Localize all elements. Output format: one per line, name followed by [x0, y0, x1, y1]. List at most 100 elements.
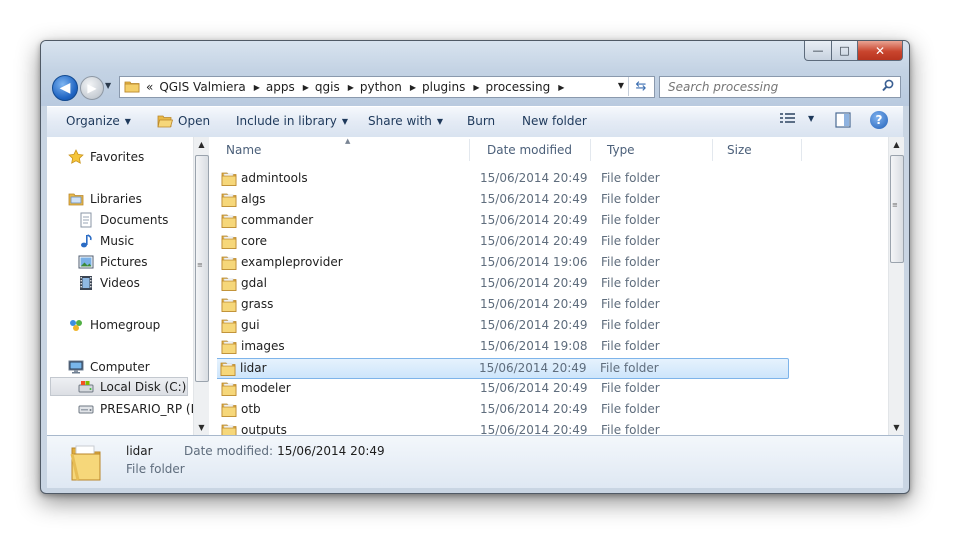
share-with-button[interactable]: Share with ▼ — [368, 114, 443, 128]
file-row[interactable]: exampleprovider 15/06/2014 19:06 File fold… — [217, 253, 791, 272]
chevron-right-icon[interactable]: ▶ — [473, 83, 479, 92]
column-header-date-modified[interactable]: Date modified — [487, 137, 572, 163]
chevron-right-icon[interactable]: ▶ — [348, 83, 354, 92]
close-button[interactable]: ✕ — [858, 41, 903, 61]
search-box[interactable] — [659, 76, 901, 98]
nav-documents[interactable]: Documents — [78, 212, 168, 228]
hard-drive-icon — [78, 379, 94, 395]
file-date-modified: 15/06/2014 20:49 — [479, 361, 587, 375]
file-date-modified: 15/06/2014 20:49 — [480, 297, 588, 311]
file-row[interactable]: admintools 15/06/2014 20:49 File folder — [217, 169, 791, 188]
burn-button[interactable]: Burn — [467, 114, 495, 128]
file-row[interactable]: outputs 15/06/2014 20:49 File folder — [217, 421, 791, 435]
chevron-down-icon[interactable]: ▼ — [808, 114, 814, 123]
scroll-up-arrow[interactable]: ▲ — [889, 137, 904, 152]
star-icon — [68, 149, 84, 165]
back-button[interactable]: ◀ — [52, 75, 78, 101]
nav-pictures[interactable]: Pictures — [78, 254, 148, 270]
file-type: File folder — [601, 381, 660, 395]
arrow-right-icon: ▶ — [87, 81, 97, 95]
chevron-right-icon[interactable]: ▶ — [558, 83, 564, 92]
nav-homegroup[interactable]: Homegroup — [68, 317, 160, 333]
column-header-size[interactable]: Size — [727, 137, 752, 163]
refresh-icon: ⇆ — [635, 79, 647, 94]
column-divider[interactable] — [590, 139, 591, 161]
nav-computer[interactable]: Computer — [68, 359, 150, 375]
file-row[interactable]: gui 15/06/2014 20:49 File folder — [217, 316, 791, 335]
preview-pane-button[interactable] — [835, 112, 851, 128]
change-view-button[interactable]: ▼ — [780, 112, 814, 124]
nav-local-disk[interactable]: Local Disk (C:) — [50, 377, 188, 396]
file-row[interactable]: grass 15/06/2014 20:49 File folder — [217, 295, 791, 314]
file-date-modified: 15/06/2014 20:49 — [480, 171, 588, 185]
file-date-modified: 15/06/2014 20:49 — [480, 402, 588, 416]
minimize-button[interactable]: — — [804, 41, 832, 61]
navigation-pane: Favorites Libraries Documents Music Pict… — [47, 137, 194, 435]
file-name: gdal — [241, 276, 267, 290]
nav-videos[interactable]: Videos — [78, 275, 140, 291]
file-name: lidar — [240, 361, 267, 375]
file-type: File folder — [601, 318, 660, 332]
file-row[interactable]: lidar 15/06/2014 20:49 File folder — [217, 358, 789, 379]
file-row[interactable]: core 15/06/2014 20:49 File folder — [217, 232, 791, 251]
file-row[interactable]: images 15/06/2014 19:08 File folder — [217, 337, 791, 356]
organize-button[interactable]: Organize ▼ — [66, 114, 131, 128]
breadcrumb-item[interactable]: apps ▶ — [266, 80, 309, 94]
file-row[interactable]: otb 15/06/2014 20:49 File folder — [217, 400, 791, 419]
file-type: File folder — [601, 234, 660, 248]
recent-pages-dropdown[interactable]: ▼ — [105, 81, 111, 90]
breadcrumb-item[interactable]: qgis ▶ — [315, 80, 354, 94]
navigation-scrollbar[interactable]: ▲ ≡ ▼ — [193, 137, 209, 435]
search-input[interactable] — [666, 79, 875, 95]
new-folder-button[interactable]: New folder — [522, 114, 587, 128]
help-button[interactable]: ? — [870, 111, 888, 129]
column-divider[interactable] — [801, 139, 802, 161]
nav-music[interactable]: Music — [78, 233, 134, 249]
include-in-library-button[interactable]: Include in library ▼ — [236, 114, 348, 128]
file-list-scrollbar[interactable]: ▲ ≡ ▼ — [888, 137, 904, 435]
file-date-modified: 15/06/2014 19:06 — [480, 255, 588, 269]
scroll-up-arrow[interactable]: ▲ — [194, 137, 209, 152]
chevron-down-icon: ▼ — [341, 116, 349, 126]
column-header-type[interactable]: Type — [607, 137, 635, 163]
details-file-type: File folder — [126, 462, 185, 476]
file-row[interactable]: commander 15/06/2014 20:49 File folder — [217, 211, 791, 230]
forward-button[interactable]: ▶ — [80, 76, 104, 100]
refresh-button[interactable]: ⇆ — [628, 77, 653, 96]
column-divider[interactable] — [469, 139, 470, 161]
maximize-button[interactable]: □ — [832, 41, 858, 61]
chevron-right-icon[interactable]: ▶ — [410, 83, 416, 92]
breadcrumb-item[interactable]: QGIS Valmiera ▶ — [159, 80, 260, 94]
scroll-down-arrow[interactable]: ▼ — [889, 420, 904, 435]
search-icon[interactable] — [882, 79, 894, 96]
chevron-right-icon[interactable]: ▶ — [254, 83, 260, 92]
file-type: File folder — [601, 192, 660, 206]
file-name: outputs — [241, 423, 287, 435]
file-row[interactable]: modeler 15/06/2014 20:49 File folder — [217, 379, 791, 398]
file-type: File folder — [601, 276, 660, 290]
nav-libraries[interactable]: Libraries — [68, 191, 142, 207]
content-area: Favorites Libraries Documents Music Pict… — [47, 137, 904, 435]
nav-favorites[interactable]: Favorites — [68, 149, 144, 165]
chevron-right-icon[interactable]: ▶ — [303, 83, 309, 92]
file-date-modified: 15/06/2014 20:49 — [480, 423, 588, 435]
nav-presario-drive[interactable]: PRESARIO_RP (D: — [78, 401, 194, 417]
column-header-name[interactable]: Name — [226, 137, 261, 163]
breadcrumb-overflow[interactable]: « — [146, 80, 153, 94]
breadcrumb-item[interactable]: python ▶ — [360, 80, 416, 94]
file-row[interactable]: gdal 15/06/2014 20:49 File folder — [217, 274, 791, 293]
breadcrumb-item[interactable]: plugins ▶ — [422, 80, 480, 94]
file-type: File folder — [601, 402, 660, 416]
address-bar[interactable]: « QGIS Valmiera ▶ apps ▶ qgis ▶ python ▶ plu… — [119, 76, 655, 98]
scroll-down-arrow[interactable]: ▼ — [194, 420, 209, 435]
address-dropdown-icon[interactable]: ▼ — [618, 81, 624, 90]
breadcrumb-item[interactable]: processing ▶ — [486, 80, 565, 94]
scroll-thumb[interactable] — [890, 155, 904, 263]
grip-icon: ≡ — [197, 261, 203, 269]
folder-icon — [221, 192, 237, 210]
folder-icon — [221, 318, 237, 336]
column-divider[interactable] — [712, 139, 713, 161]
file-row[interactable]: algs 15/06/2014 20:49 File folder — [217, 190, 791, 209]
open-button[interactable]: Open — [157, 114, 210, 128]
file-name: algs — [241, 192, 266, 206]
